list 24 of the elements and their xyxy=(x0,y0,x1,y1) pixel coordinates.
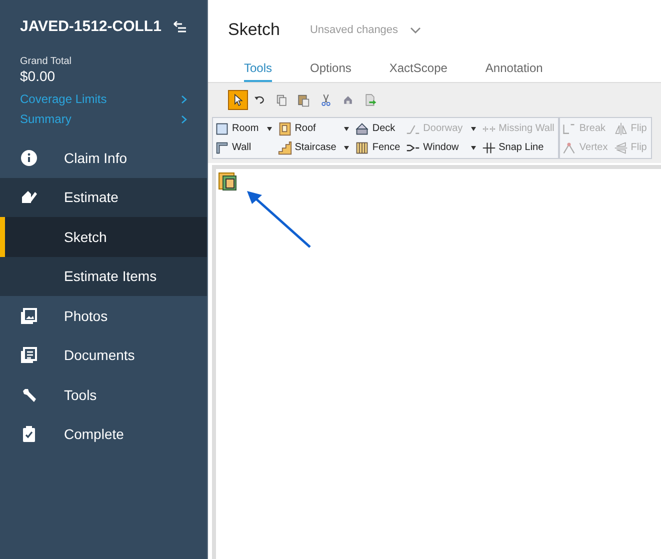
tab[interactable]: XactScope xyxy=(389,61,448,82)
ribbon-button[interactable]: Staircase xyxy=(276,138,354,157)
tab[interactable]: Annotation xyxy=(485,61,543,82)
ribbon-button[interactable]: Deck xyxy=(353,119,404,138)
nav-item[interactable]: Claim Info xyxy=(0,138,207,178)
nav-item[interactable]: Tools xyxy=(0,375,207,414)
ribbon-button[interactable]: Snap Line xyxy=(480,138,558,157)
grand-total-label: Grand Total xyxy=(20,56,73,67)
submenu-item[interactable]: Sketch xyxy=(0,217,207,256)
page-title: Sketch xyxy=(228,20,280,40)
nav-item[interactable]: Estimate xyxy=(0,178,207,217)
ribbon-button[interactable]: Room xyxy=(213,119,276,138)
ribbon-button[interactable]: Roof xyxy=(276,119,354,138)
ribbon-button[interactable]: Wall xyxy=(213,138,276,157)
submenu-item[interactable]: Estimate Items xyxy=(0,256,207,296)
nav-item[interactable]: Complete xyxy=(0,414,207,454)
ribbon-button[interactable]: Fence xyxy=(353,138,404,157)
nav-item[interactable]: Documents xyxy=(0,336,207,375)
save-status: Unsaved changes xyxy=(310,24,398,36)
ribbon-button[interactable]: Window xyxy=(404,138,480,157)
claim-title: JAVED-1512-COLL1 xyxy=(20,18,162,35)
tab[interactable]: Options xyxy=(310,61,352,82)
nav-item[interactable]: Photos xyxy=(0,296,207,336)
grand-total-value: $0.00 xyxy=(20,68,56,84)
